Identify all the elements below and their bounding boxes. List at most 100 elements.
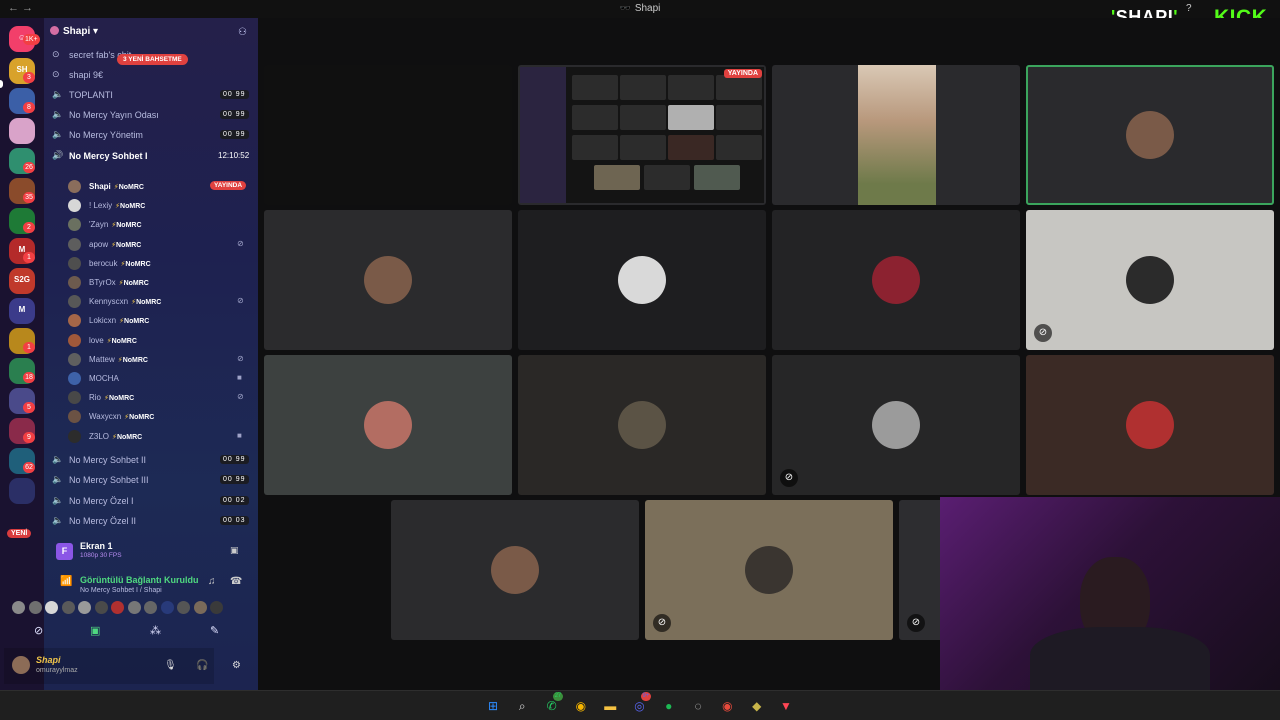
channel-ozel-1[interactable]: 🔈 No Mercy Özel I 00 02 xyxy=(50,493,250,509)
windows-start-icon[interactable]: ⊞ xyxy=(484,697,502,715)
member-name: 'Zayn ⚡NoMRC xyxy=(89,220,142,229)
add-member-icon[interactable]: ⚇ xyxy=(238,27,247,38)
deafened-icon: ⊘ xyxy=(237,296,244,306)
activities-icon[interactable]: ⁂ xyxy=(150,624,161,637)
video-stage: YAYINDA ⊘ ⊘ ⊘ ⊘ xyxy=(258,18,1280,697)
channel-sohbet-2[interactable]: 🔈 No Mercy Sohbet II 00 99 xyxy=(50,452,250,468)
participant-avatar[interactable] xyxy=(12,601,25,614)
voice-member[interactable]: Rio ⚡NoMRC ⊘ xyxy=(68,390,254,406)
screen-share-button-icon[interactable]: ▣ xyxy=(90,624,100,637)
signal-icon[interactable]: 📶 xyxy=(60,576,72,587)
participant-avatar[interactable] xyxy=(28,601,42,614)
obs-icon[interactable]: ◌ xyxy=(689,697,707,715)
soundboard-icon[interactable]: ✎ xyxy=(210,624,219,637)
voice-member[interactable]: MOCHA ■ xyxy=(68,371,254,387)
participant-avatar[interactable] xyxy=(111,601,124,614)
spotify-icon[interactable]: ● xyxy=(660,697,678,715)
voice-member[interactable]: 'Zayn ⚡NoMRC xyxy=(68,217,254,233)
speaker-icon: 🔈 xyxy=(52,129,64,139)
channel-yayin-odasi[interactable]: 🔈 No Mercy Yayın Odası 00 99 xyxy=(50,107,250,123)
participant-tile[interactable]: ⊘ xyxy=(1026,210,1274,350)
stop-share-icon[interactable]: ▣ xyxy=(230,545,239,556)
headphones-icon[interactable]: 🎧 xyxy=(196,660,208,671)
participant-avatar[interactable] xyxy=(177,601,190,614)
voice-member[interactable]: love ⚡NoMRC xyxy=(68,333,254,349)
help-icon[interactable]: ? xyxy=(1186,3,1192,14)
file-explorer-icon[interactable]: ▬ xyxy=(601,697,619,715)
participant-avatar[interactable] xyxy=(127,601,141,614)
channel-toplanti[interactable]: 🔈 TOPLANTI 00 99 xyxy=(50,87,250,103)
voice-member[interactable]: Mattew ⚡NoMRC ⊘ xyxy=(68,352,254,368)
microphone-icon[interactable]: 🎙 xyxy=(164,660,177,671)
clan-tag: ⚡NoMRC xyxy=(119,280,149,287)
screen-share-panel[interactable]: F Ekran 1 1080p 30 FPS ▣ xyxy=(48,537,252,565)
member-name-text: 'Zayn xyxy=(89,220,109,230)
avatar xyxy=(68,429,81,443)
voice-member[interactable]: apow ⚡NoMRC ⊘ xyxy=(68,237,254,253)
voice-member[interactable]: berocuk ⚡NoMRC xyxy=(68,256,254,272)
participant-tile[interactable] xyxy=(391,500,639,640)
channel-sohbet-3[interactable]: 🔈 No Mercy Sohbet III 00 99 xyxy=(50,472,250,488)
participant-avatar[interactable] xyxy=(61,601,75,614)
valorant-icon[interactable]: ▼ xyxy=(777,697,795,715)
member-name: apow ⚡NoMRC xyxy=(89,240,141,249)
guild-dot-icon xyxy=(50,26,59,35)
disconnect-icon[interactable]: ☎ xyxy=(230,576,242,587)
voice-member[interactable]: Shapi ⚡NoMRC YAYINDA xyxy=(68,179,254,195)
screen-share-tile[interactable]: YAYINDA xyxy=(518,65,766,205)
participant-tile[interactable] xyxy=(518,355,766,495)
window-title: 🕶️ Shapi xyxy=(0,3,1280,14)
participant-avatar[interactable] xyxy=(144,601,157,614)
participant-tile[interactable] xyxy=(518,210,766,350)
avatar[interactable] xyxy=(12,656,30,674)
channel-yonetim[interactable]: 🔈 No Mercy Yönetim 00 99 xyxy=(50,127,250,143)
empty-dark-tile[interactable] xyxy=(264,65,512,205)
clan-tag: ⚡NoMRC xyxy=(111,242,141,249)
server-icon-mercy[interactable]: M xyxy=(9,298,35,324)
search-icon[interactable]: ⌕ xyxy=(513,697,531,715)
voice-member[interactable]: Kennyscxn ⚡NoMRC ⊘ xyxy=(68,294,254,310)
guild-header[interactable]: Shapi ▾ xyxy=(50,26,98,37)
member-name-text: Waxycxn xyxy=(89,412,122,422)
voice-member[interactable]: BTyrOx ⚡NoMRC xyxy=(68,275,254,291)
camera-tile[interactable] xyxy=(772,65,1020,205)
participant-tile[interactable]: ⊘ xyxy=(645,500,893,640)
noise-suppression-icon[interactable]: ♫ xyxy=(208,576,216,587)
folder-icon[interactable] xyxy=(9,478,35,504)
discord-icon[interactable]: ◎ 9+ xyxy=(631,692,652,715)
voice-member[interactable]: Waxycxn ⚡NoMRC xyxy=(68,409,254,425)
participant-avatar[interactable] xyxy=(94,601,108,614)
participant-avatar[interactable] xyxy=(210,601,223,614)
participant-tile[interactable] xyxy=(772,210,1020,350)
participant-tile[interactable] xyxy=(1026,355,1274,495)
avatar xyxy=(68,352,81,366)
channel-shapi[interactable]: ⊙ shapi 9€ xyxy=(50,67,250,83)
settings-gear-icon[interactable]: ⚙ xyxy=(232,660,241,671)
voice-member[interactable]: Z3LO ⚡NoMRC ■ xyxy=(68,429,254,445)
whatsapp-icon[interactable]: ✆ 27 xyxy=(543,692,564,715)
participant-avatar[interactable] xyxy=(193,601,207,614)
server-icon-3[interactable] xyxy=(9,118,35,144)
member-name: Mattew ⚡NoMRC xyxy=(89,355,148,364)
participant-avatar[interactable] xyxy=(78,601,91,614)
voice-member[interactable]: ! Lexiy ⚡NoMRC xyxy=(68,198,254,214)
participant-tile[interactable]: ⊘ xyxy=(772,355,1020,495)
participant-tile[interactable] xyxy=(264,355,512,495)
chrome-icon[interactable]: ◉ xyxy=(572,697,590,715)
chrome-alt-icon[interactable]: ◉ xyxy=(718,697,736,715)
server-badge: 62 xyxy=(23,462,35,473)
participant-avatar[interactable] xyxy=(160,601,174,614)
channel-name: TOPLANTI xyxy=(69,90,113,100)
new-mentions-pill[interactable]: 3 YENİ BAHSETME xyxy=(117,54,188,65)
avatar xyxy=(68,180,81,193)
participant-tile[interactable] xyxy=(264,210,512,350)
channel-sohbet-1[interactable]: 🔊 No Mercy Sohbet I 12:10:52 xyxy=(50,148,250,164)
channel-name: No Mercy Özel II xyxy=(69,516,137,526)
camera-off-icon[interactable]: ⊘ xyxy=(34,624,43,637)
server-icon-s2g[interactable]: S2G xyxy=(9,268,35,294)
participant-tile[interactable] xyxy=(1026,65,1274,205)
participant-avatar[interactable] xyxy=(45,601,58,614)
game-icon[interactable]: ◆ xyxy=(748,697,766,715)
voice-member[interactable]: Lokicxn ⚡NoMRC xyxy=(68,313,254,329)
channel-ozel-2[interactable]: 🔈 No Mercy Özel II 00 03 xyxy=(50,513,250,529)
